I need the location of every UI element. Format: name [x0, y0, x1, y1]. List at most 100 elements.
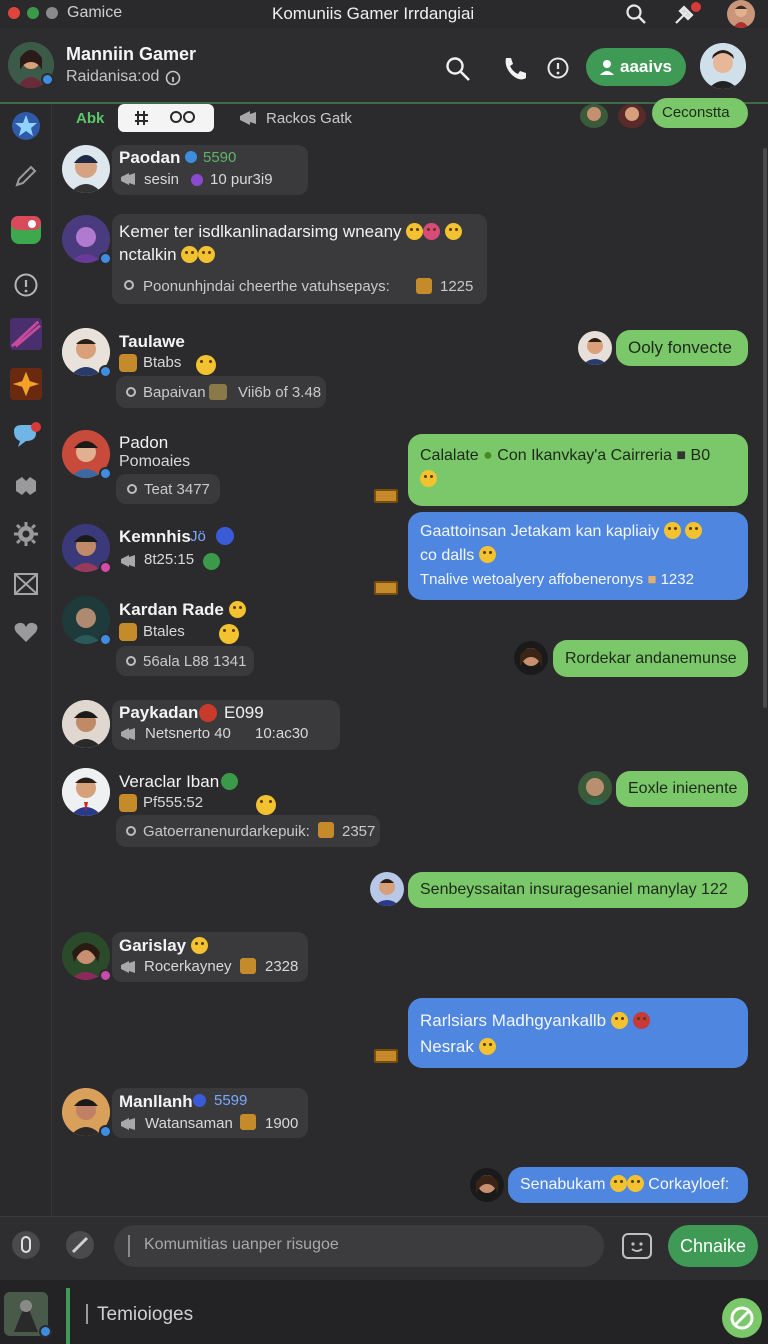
message-username: Paykadan [119, 703, 199, 722]
online-icon [221, 773, 238, 790]
message-avatar[interactable] [62, 215, 112, 265]
message-user-tag: 5590 [203, 149, 237, 166]
bottom-input-placeholder[interactable]: Temioioges [97, 1304, 193, 1326]
message-input[interactable]: Komumitias uanper risugoe [114, 1225, 604, 1267]
bubble-text-3: B0 [690, 447, 711, 464]
emoji-icon[interactable] [622, 1233, 652, 1259]
tab-selected[interactable] [118, 104, 214, 132]
message-subline-tag: 2328 [265, 958, 299, 975]
search-icon[interactable] [625, 3, 647, 30]
join-button[interactable]: aaaivs [586, 48, 686, 86]
active-indicator [66, 1288, 70, 1344]
emoji-icon [196, 355, 216, 375]
heart-icon[interactable] [10, 616, 42, 648]
server-sidebar [0, 104, 52, 1216]
outgoing-bubble: Rordekar andanemunse [553, 640, 748, 677]
scrollbar[interactable] [763, 148, 767, 708]
clock-icon [127, 484, 137, 494]
bubble-text-2: co dalls [420, 547, 475, 564]
message-subline: 8t25:15 [144, 551, 195, 568]
attach-icon[interactable] [12, 1231, 40, 1259]
controller-icon[interactable] [10, 470, 42, 502]
reply-avatar [578, 331, 612, 365]
reaction-icon [209, 384, 227, 400]
outgoing-bubble: Calalate ● Con Ikanvkay'a Cairreria ■ B0 [408, 434, 748, 506]
message-user-tag: E099 [224, 703, 264, 722]
outgoing-bubble: Eoxle inienente [616, 771, 748, 807]
current-user-avatar[interactable] [4, 1292, 52, 1338]
message-avatar[interactable] [62, 328, 112, 378]
tab-rackos-gatk[interactable]: Rackos Gatk [266, 106, 352, 132]
phone-icon[interactable] [500, 55, 528, 88]
message-subline: sesin [144, 171, 180, 188]
verified-badge-icon [41, 73, 54, 86]
level-icon [216, 527, 234, 545]
star-server-icon[interactable] [10, 110, 42, 142]
reaction-icon [240, 1114, 256, 1130]
message-avatar[interactable] [62, 768, 110, 816]
game-icon [119, 354, 137, 372]
message-avatar[interactable] [62, 524, 112, 574]
message-avatar[interactable] [62, 430, 112, 480]
emoji-icon [255, 795, 276, 815]
input-caret [86, 1304, 88, 1324]
close-window-button[interactable] [8, 7, 20, 19]
message-avatar[interactable] [62, 596, 112, 646]
verified-badge-icon [99, 633, 112, 646]
bubble-text-2: Nesrak [420, 1037, 474, 1056]
bubble-number: 1232 [660, 571, 694, 588]
clock-icon [124, 280, 134, 290]
online-icon [203, 553, 220, 570]
message-username: Garislay [119, 936, 208, 956]
tab-abk[interactable]: Abk [76, 106, 104, 132]
guild-avatar-2-icon[interactable] [10, 368, 42, 400]
message-avatar[interactable] [62, 932, 112, 982]
bubble-text: Gaattoinsan Jetakam kan kapliaiy [420, 523, 660, 540]
message-subline: Btales [143, 623, 185, 640]
megaphone-small-icon [121, 1118, 135, 1130]
message-avatar[interactable] [62, 1088, 112, 1138]
message-username: Manllanh [119, 1092, 193, 1111]
info-circle-icon[interactable] [10, 269, 42, 301]
hash-icon [135, 111, 148, 125]
message-composer: Komumitias uanper risugoe Chnaike [0, 1216, 768, 1280]
header-search-icon[interactable] [445, 56, 471, 87]
window-title: Komuniis Gamer Irrdangiai [272, 4, 475, 23]
reaction-icon [416, 278, 432, 294]
send-button[interactable]: Chnaike [668, 1225, 758, 1267]
image-box-icon[interactable] [10, 568, 42, 600]
reaction-icon [318, 822, 334, 838]
guild-avatar-1-icon[interactable] [10, 318, 42, 350]
reaction-icon [240, 958, 256, 974]
pencil-icon[interactable] [10, 160, 42, 192]
right-channel-pill[interactable]: Ceconstta [652, 98, 748, 128]
minimize-window-button[interactable] [27, 7, 39, 19]
message-avatar[interactable] [62, 145, 110, 193]
message-username: Kemnhis [119, 527, 191, 546]
message-avatar[interactable] [62, 700, 110, 748]
outgoing-bubble: Rarlsiars Madhgyankallb Nesrak [408, 998, 748, 1068]
group-avatar[interactable] [8, 42, 54, 88]
message-meta-number: 1225 [440, 278, 474, 295]
account-avatar[interactable] [727, 0, 755, 28]
clock-icon [126, 826, 136, 836]
compose-icon[interactable] [722, 1298, 762, 1338]
status-badge-icon [99, 561, 112, 574]
chat-subtitle: Raidanisa:od [66, 68, 160, 85]
game-icon [119, 794, 137, 812]
message-meta: 56ala L88 1341 [143, 653, 247, 670]
zoom-window-button[interactable] [46, 7, 58, 19]
profile-avatar[interactable] [700, 43, 746, 89]
megaphone-small-icon [121, 173, 135, 185]
message-meta-number: 2357 [342, 823, 376, 840]
megaphone-small-icon [121, 728, 135, 740]
game-server-icon[interactable] [10, 214, 42, 246]
info-icon[interactable] [546, 56, 570, 85]
chat-icon[interactable] [10, 420, 42, 452]
bubble-text-2: Corkayloef: [648, 1176, 730, 1193]
block-icon[interactable] [66, 1231, 94, 1259]
emoji-icon [219, 624, 240, 644]
settings-icon[interactable] [10, 518, 42, 550]
chat-title: Manniin Gamer [66, 44, 197, 64]
message-text: Kemer ter isdlkanlinadarsimg wneany [119, 222, 462, 242]
